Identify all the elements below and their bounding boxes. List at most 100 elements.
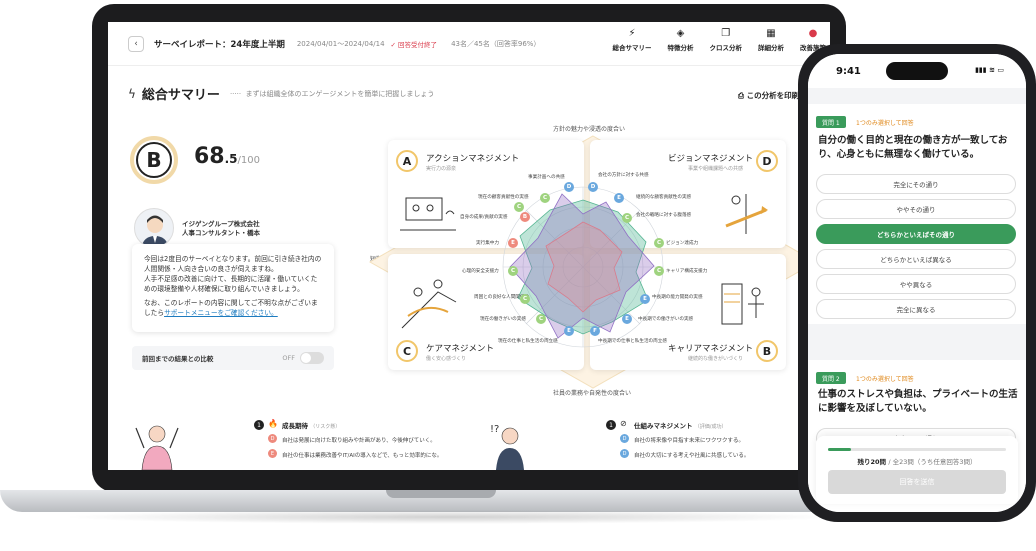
item-badge: D [564, 182, 574, 192]
status-badge: ✓ 回答受付終了 [390, 40, 438, 49]
progress-footer: 残り20問 / 全23問（うち任意回答3問） 回答を送信 [816, 436, 1018, 504]
back-button[interactable]: ‹ [128, 35, 144, 52]
quadrant-grade: C [396, 340, 418, 362]
question-text: 自分の働く目的と現在の働き方が一致しており、心身ともに無理なく働けている。 [818, 135, 1008, 160]
answer-option[interactable]: ややその通り [816, 199, 1016, 219]
support-menu-link[interactable]: サポートメニューをご確認ください。 [164, 309, 278, 317]
submit-button[interactable]: 回答を送信 [828, 470, 1006, 494]
direction-illustration [725, 194, 768, 234]
copy-icon: ❐ [721, 28, 731, 39]
answer-option[interactable]: 完全にその通り [816, 174, 1016, 194]
quadrant-grade: B [756, 340, 778, 362]
question-text: 仕事のストレスや負担は、プライベートの生活に影響を及ぼしていない。 [818, 389, 1018, 414]
answer-option[interactable]: 完全に異なる [816, 299, 1016, 319]
consultant-company: イジゲングループ株式会社 [182, 220, 260, 228]
compare-toggle[interactable]: OFF [282, 352, 324, 364]
report-header: ‹ サーベイレポート：24年度上半期 2024/04/01〜2024/04/14… [108, 22, 830, 66]
item-badge: F [590, 326, 600, 336]
flame-icon: 🔥 [268, 419, 278, 428]
signal-icon: ▮▮▮ ≋ ▭ [975, 66, 1004, 74]
tab-cross-analysis[interactable]: ❐ クロス分析 [710, 28, 743, 52]
svg-text:!?: !? [490, 424, 499, 435]
item-label: 継続的な顧客貢献性の実感 [636, 195, 692, 200]
question-note: 1つのみ選択して回答 [856, 120, 914, 127]
laptop-notch [386, 490, 496, 498]
insight-title-text: 成長期待 [282, 422, 308, 430]
remaining-count: 残り20問 / 全23問（うち任意回答3問） [816, 456, 1018, 466]
answer-option[interactable]: どちらかといえば異なる [816, 249, 1016, 269]
report-period: 2024/04/01〜2024/04/14 [296, 39, 385, 48]
answer-option[interactable]: やや異なる [816, 274, 1016, 294]
item-label: 自身の成果/貢献の実感 [460, 215, 508, 220]
quadrant-grade: D [756, 150, 778, 172]
remaining-detail: / 全23問（うち任意回答3問） [888, 458, 977, 466]
item-label: 現在の働きがいの実感 [480, 317, 526, 322]
item-badge: D [268, 434, 277, 443]
message-line: 人手不足感の改善に向けて、長期的に活躍・働いていくための環境整備や人材確保に取り… [144, 275, 318, 293]
bolt-icon: ϟ [128, 86, 136, 101]
axis-label-top: 方針の魅力や浸透の度合い [553, 126, 626, 133]
career-illustration [721, 283, 764, 325]
insight-title: 成長期待 （リスク懸） [282, 420, 340, 430]
item-label: 中長期での働きがいの実感 [638, 317, 694, 322]
answer-option-selected[interactable]: どちらかといえばその通り [816, 224, 1016, 244]
grade-ring: B [130, 136, 178, 184]
quadrant-subtitle: 継続的な働きがいづくり [688, 356, 744, 362]
report-title: サーベイレポート：24年度上半期 [154, 39, 285, 50]
insight-strip: 1 🔥 成長期待 （リスク懸） D 自社は発展に向けた取り組みや計画があり、今後… [108, 412, 830, 470]
item-badge: E [622, 314, 632, 324]
chevron-left-icon: ‹ [134, 38, 138, 49]
layers-icon: ◈ [676, 28, 685, 39]
message-line: 今回は2度目のサーベイとなります。前回に引き続き社内の人間関係・人向き合いの良さ… [144, 255, 322, 273]
quadrant-title: アクションマネジメント [426, 154, 520, 164]
page-description: ····· まずは組織全体のエンゲージメントを簡単に把握しましょう [229, 89, 435, 98]
item-badge: B [520, 212, 530, 222]
score-decimal: .5 [224, 152, 238, 166]
tab-detail-analysis[interactable]: ▦ 詳細分析 [758, 28, 784, 52]
item-badge: E [564, 326, 574, 336]
tab-label: 詳細分析 [758, 44, 784, 52]
item-badge: D [588, 182, 598, 192]
message-line: なお、このレポートの内容に関してご不明な点がございましたらサポートメニューをご確… [144, 298, 322, 318]
quadrant-subtitle: 事業や組織課題への共感 [688, 166, 744, 172]
print-label: この分析を印刷 [746, 91, 800, 100]
item-badge: C [508, 266, 518, 276]
cheer-illustration [135, 425, 179, 470]
insight-title-text: 仕組みマネジメント [634, 422, 693, 430]
item-label: 事業計画への共感 [528, 175, 565, 180]
question-tag: 質問 1 [816, 116, 846, 128]
item-badge: E [508, 238, 518, 248]
progress-bar [828, 448, 1006, 451]
compass-icon: ⊘ [620, 419, 627, 428]
item-badge: E [640, 294, 650, 304]
quadrant-title: キャリアマネジメント [668, 344, 754, 354]
item-label: 会社の方針に対する共感 [598, 173, 649, 178]
meeting-illustration [400, 197, 456, 231]
item-label: ビジョン達成力 [666, 241, 699, 246]
summary-header: ϟ 総合サマリー ····· まずは組織全体のエンゲージメントを簡単に把握しまし… [128, 84, 435, 104]
tab-feature-analysis[interactable]: ◈ 特徴分析 [668, 28, 694, 52]
quadrant-title: ケアマネジメント [426, 344, 495, 354]
question-note: 1つのみ選択して回答 [856, 376, 914, 383]
insight-number: 1 [254, 420, 264, 430]
item-badge: C [536, 314, 546, 324]
insight-line: 自社の将来像や目指す未来にワクワクする。 [634, 438, 745, 444]
laptop-screen: ‹ サーベイレポート：24年度上半期 2024/04/01〜2024/04/14… [108, 22, 830, 470]
item-label: 現在の顧客貢献性の実感 [478, 195, 529, 200]
question-card-1: 質問 1 1つのみ選択して回答 自分の働く目的と現在の働き方が一致しており、心身… [808, 104, 1026, 324]
report-tabs: ⚡ 総合サマリー ◈ 特徴分析 ❐ クロス分析 ▦ 詳細分析 ● 改善施策 [613, 28, 827, 52]
tab-summary[interactable]: ⚡ 総合サマリー [613, 28, 652, 52]
phone-status-bar: 9:41 ▮▮▮ ≋ ▭ [808, 54, 1026, 88]
dynamic-island [886, 62, 948, 80]
item-badge: D [620, 434, 629, 443]
quadrant-subtitle: 働く安心感づくり [426, 356, 467, 362]
tab-label: クロス分析 [709, 44, 743, 52]
insight-title: 仕組みマネジメント （評価/成功） [634, 420, 726, 430]
item-label: キャリア構成支援力 [666, 269, 708, 274]
toggle-knob [301, 353, 311, 363]
phone-screen: 9:41 ▮▮▮ ≋ ▭ 質問 1 1つのみ選択して回答 自分の働く目的と現在の… [808, 54, 1026, 512]
score-value: 68 [194, 144, 225, 169]
phone-time: 9:41 [836, 66, 861, 77]
print-button[interactable]: ⎙ この分析を印刷 [738, 90, 799, 101]
item-label: 会社の戦略に対する腹落感 [636, 213, 692, 218]
